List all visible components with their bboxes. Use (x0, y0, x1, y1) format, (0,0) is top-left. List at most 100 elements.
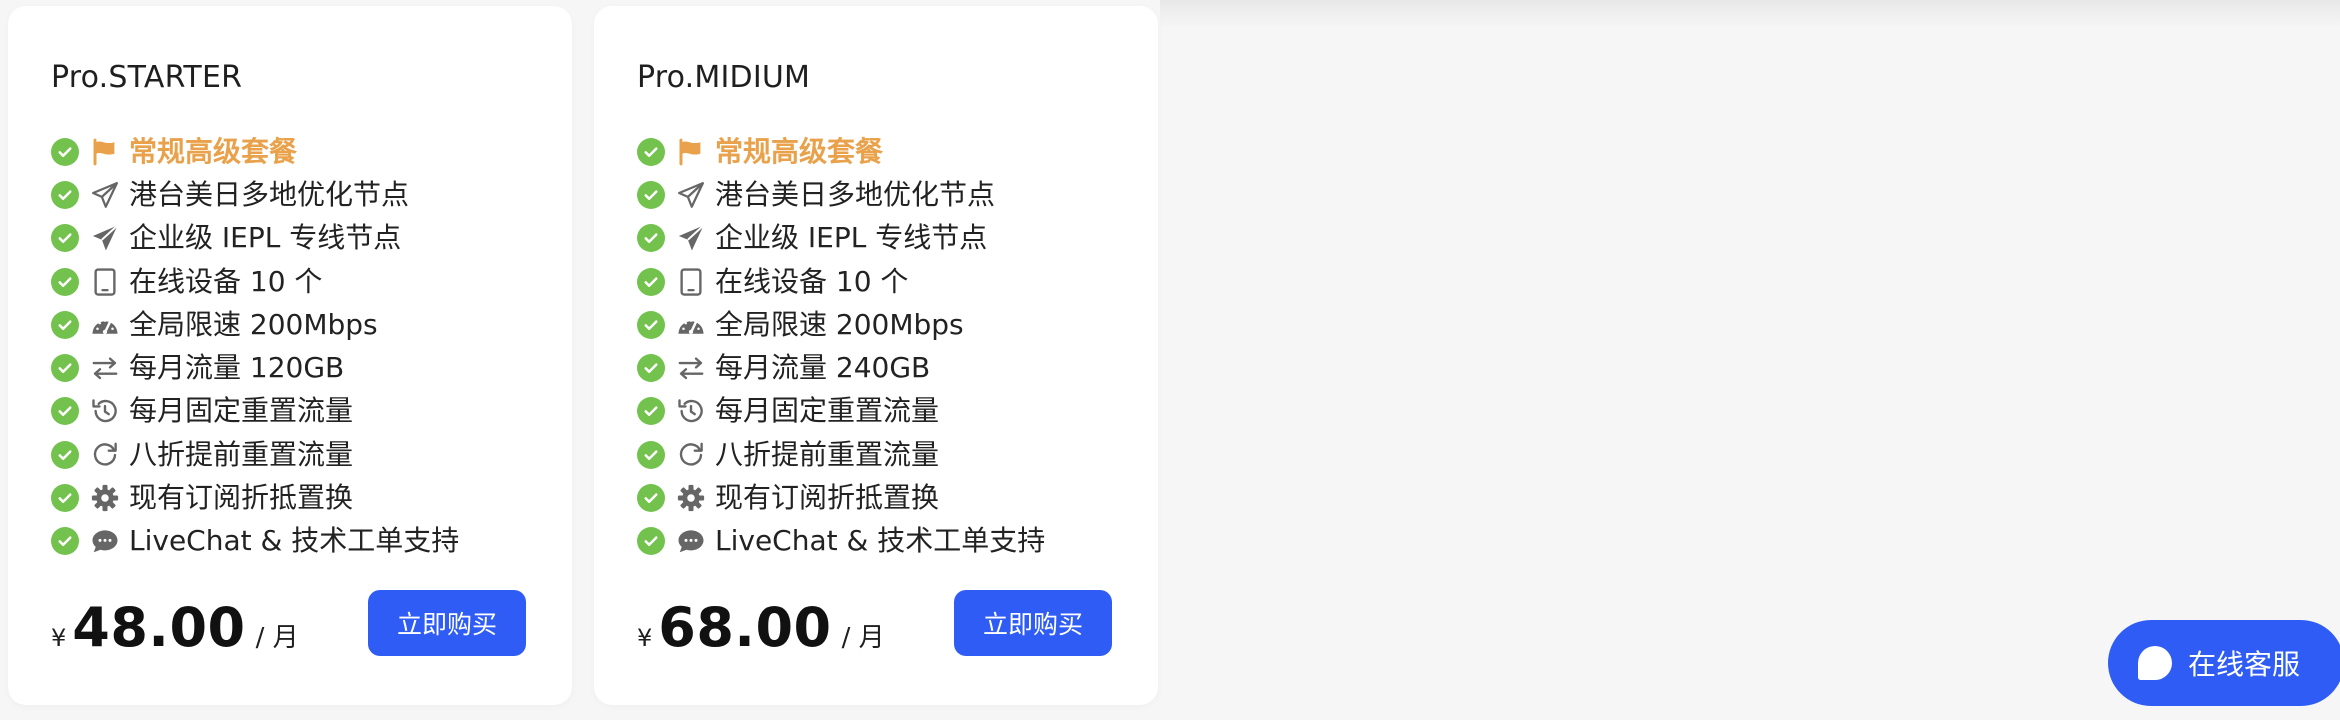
feature-item: 常规高级套餐 (637, 130, 1045, 173)
check-circle-icon (51, 137, 79, 166)
price-unit: / 月 (255, 623, 299, 653)
feature-item: 现有订阅折抵置换 (637, 476, 1045, 519)
feature-text: LiveChat & 技术工单支持 (715, 524, 1046, 558)
redo-icon (675, 439, 707, 471)
feature-text: 每月固定重置流量 (715, 394, 940, 428)
speedometer-icon (675, 309, 707, 341)
feature-item: 每月流量 240GB (637, 346, 1045, 389)
feature-item: 八折提前重置流量 (637, 433, 1045, 476)
feature-item: 港台美日多地优化节点 (637, 173, 1045, 216)
feature-item: 在线设备 10 个 (637, 260, 1045, 303)
feature-text: 企业级 IEPL 专线节点 (715, 221, 988, 255)
check-circle-icon (637, 397, 665, 426)
feature-text: 全局限速 200Mbps (715, 307, 964, 341)
online-support-button[interactable]: 在线客服 (2108, 620, 2340, 706)
feature-item: 每月固定重置流量 (637, 390, 1045, 433)
feature-text: 常规高级套餐 (715, 134, 884, 168)
plan-card-midium: Pro.MIDIUM 常规高级套餐港台美日多地优化节点 企业级 IEPL 专线节点在… (594, 6, 1158, 705)
feature-item: 全局限速 200Mbps (637, 303, 1045, 346)
price-amount: 68.00 (658, 596, 832, 659)
exchange-arrows-icon (89, 352, 121, 384)
feature-text: 在线设备 10 个 (129, 264, 323, 298)
plan-price: ¥68.00 / 月 (637, 596, 885, 659)
check-circle-icon (637, 180, 665, 209)
history-icon (89, 395, 121, 427)
plan-card-starter: Pro.STARTER 常规高级套餐港台美日多地优化节点 企业级 IEPL 专线节点… (8, 6, 572, 705)
feature-item: 企业级 IEPL 专线节点 (637, 217, 1045, 260)
feature-item: 八折提前重置流量 (51, 433, 459, 476)
feature-text: 企业级 IEPL 专线节点 (129, 221, 402, 255)
feature-item: 港台美日多地优化节点 (51, 173, 459, 216)
feature-text: 港台美日多地优化节点 (715, 177, 996, 211)
feature-item: LiveChat & 技术工单支持 (637, 520, 1045, 563)
feature-text: 现有订阅折抵置换 (715, 481, 940, 515)
check-circle-icon (637, 310, 665, 339)
gear-icon (675, 482, 707, 514)
flag-icon (89, 136, 121, 168)
paper-plane-solid-icon (675, 222, 707, 254)
feature-text: 现有订阅折抵置换 (129, 481, 354, 515)
check-circle-icon (51, 224, 79, 253)
gear-icon (89, 482, 121, 514)
history-icon (675, 395, 707, 427)
check-circle-icon (637, 224, 665, 253)
check-circle-icon (637, 137, 665, 166)
top-shadow-decoration (1160, 0, 2340, 28)
check-circle-icon (51, 354, 79, 383)
feature-item: 在线设备 10 个 (51, 260, 459, 303)
check-circle-icon (637, 484, 665, 513)
exchange-arrows-icon (675, 352, 707, 384)
check-circle-icon (637, 440, 665, 469)
price-unit: / 月 (841, 623, 885, 653)
feature-text: 全局限速 200Mbps (129, 307, 378, 341)
feature-text: 八折提前重置流量 (129, 437, 354, 471)
check-circle-icon (51, 180, 79, 209)
feature-text: 八折提前重置流量 (715, 437, 940, 471)
feature-text: 每月固定重置流量 (129, 394, 354, 428)
paper-plane-outline-icon (675, 179, 707, 211)
speedometer-icon (89, 309, 121, 341)
feature-text: 港台美日多地优化节点 (129, 177, 410, 211)
flag-icon (675, 136, 707, 168)
feature-list: 常规高级套餐港台美日多地优化节点 企业级 IEPL 专线节点 在线设备 10 个全局… (51, 130, 459, 563)
feature-item: 现有订阅折抵置换 (51, 476, 459, 519)
plan-title: Pro.MIDIUM (637, 60, 811, 95)
feature-item: 每月固定重置流量 (51, 390, 459, 433)
check-circle-icon (51, 527, 79, 556)
buy-now-button[interactable]: 立即购买 (954, 590, 1112, 656)
feature-list: 常规高级套餐港台美日多地优化节点 企业级 IEPL 专线节点 在线设备 10 个全局… (637, 130, 1045, 563)
feature-item: 每月流量 120GB (51, 346, 459, 389)
feature-text: LiveChat & 技术工单支持 (129, 524, 460, 558)
check-circle-icon (51, 397, 79, 426)
check-circle-icon (51, 440, 79, 469)
chat-bubble-icon (675, 525, 707, 557)
feature-item: 全局限速 200Mbps (51, 303, 459, 346)
check-circle-icon (637, 267, 665, 296)
currency-symbol: ¥ (51, 624, 67, 652)
paper-plane-solid-icon (89, 222, 121, 254)
chat-bubble-icon (89, 525, 121, 557)
paper-plane-outline-icon (89, 179, 121, 211)
plan-price: ¥48.00 / 月 (51, 596, 299, 659)
feature-text: 在线设备 10 个 (715, 264, 909, 298)
feature-item: 企业级 IEPL 专线节点 (51, 217, 459, 260)
online-support-label: 在线客服 (2188, 648, 2301, 681)
feature-text: 每月流量 240GB (715, 351, 931, 385)
chat-bubble-icon (2138, 646, 2172, 680)
check-circle-icon (637, 527, 665, 556)
price-amount: 48.00 (72, 596, 246, 659)
tablet-icon (89, 266, 121, 298)
feature-text: 每月流量 120GB (129, 351, 345, 385)
feature-item: LiveChat & 技术工单支持 (51, 520, 459, 563)
redo-icon (89, 439, 121, 471)
feature-item: 常规高级套餐 (51, 130, 459, 173)
check-circle-icon (637, 354, 665, 383)
check-circle-icon (51, 310, 79, 339)
check-circle-icon (51, 267, 79, 296)
tablet-icon (675, 266, 707, 298)
plan-title: Pro.STARTER (51, 60, 243, 95)
feature-text: 常规高级套餐 (129, 134, 298, 168)
buy-now-button[interactable]: 立即购买 (368, 590, 526, 656)
check-circle-icon (51, 484, 79, 513)
currency-symbol: ¥ (637, 624, 653, 652)
